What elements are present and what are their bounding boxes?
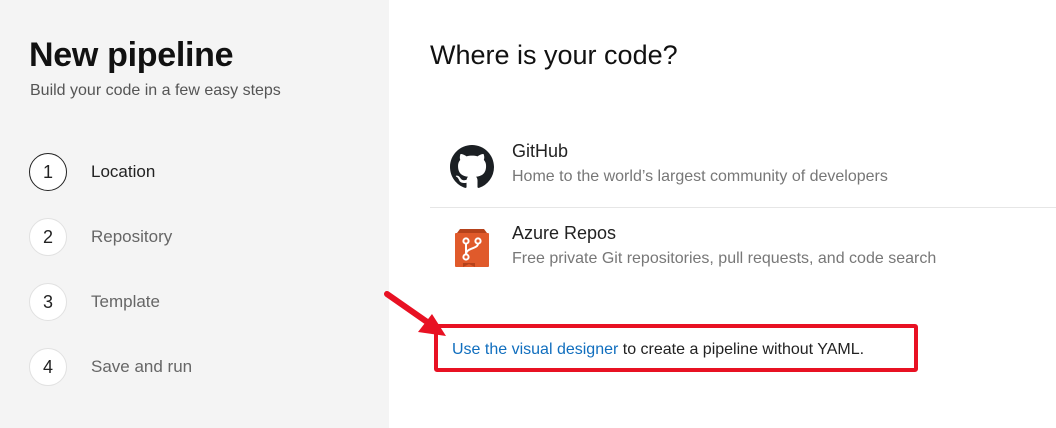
highlight-box bbox=[434, 324, 918, 372]
source-name: Azure Repos bbox=[512, 223, 617, 243]
divider bbox=[430, 207, 1056, 208]
wizard-step-template[interactable]: 3 Template bbox=[29, 282, 160, 322]
step-number: 4 bbox=[29, 348, 67, 386]
step-number: 2 bbox=[29, 218, 67, 256]
wizard-sidebar: New pipeline Build your code in a few ea… bbox=[0, 0, 389, 428]
azure-repos-icon bbox=[455, 229, 489, 267]
step-label: Location bbox=[91, 162, 156, 181]
wizard-step-repository[interactable]: 2 Repository bbox=[29, 217, 172, 257]
annotation-arrow-icon bbox=[384, 291, 446, 336]
source-name: GitHub bbox=[512, 141, 569, 161]
source-description: Home to the world’s largest community of… bbox=[512, 168, 888, 185]
wizard-step-location[interactable]: 1 Location bbox=[29, 152, 155, 192]
step-number: 1 bbox=[29, 153, 67, 191]
source-option-azure-repos[interactable]: Azure Repos Free private Git repositorie… bbox=[430, 212, 1056, 292]
step-label: Repository bbox=[91, 227, 173, 246]
new-pipeline-page: New pipeline Build your code in a few ea… bbox=[0, 0, 1056, 428]
step-label: Save and run bbox=[91, 357, 193, 376]
wizard-step-save-and-run[interactable]: 4 Save and run bbox=[29, 347, 192, 387]
step-number: 3 bbox=[29, 283, 67, 321]
wizard-subtitle: Build your code in a few easy steps bbox=[30, 82, 281, 99]
source-option-github[interactable]: GitHub Home to the world’s largest commu… bbox=[430, 130, 1056, 210]
page-title: Where is your code? bbox=[430, 40, 678, 70]
github-icon bbox=[450, 145, 494, 188]
step-label: Template bbox=[91, 292, 160, 311]
source-description: Free private Git repositories, pull requ… bbox=[512, 250, 937, 267]
wizard-title: New pipeline bbox=[29, 36, 234, 74]
